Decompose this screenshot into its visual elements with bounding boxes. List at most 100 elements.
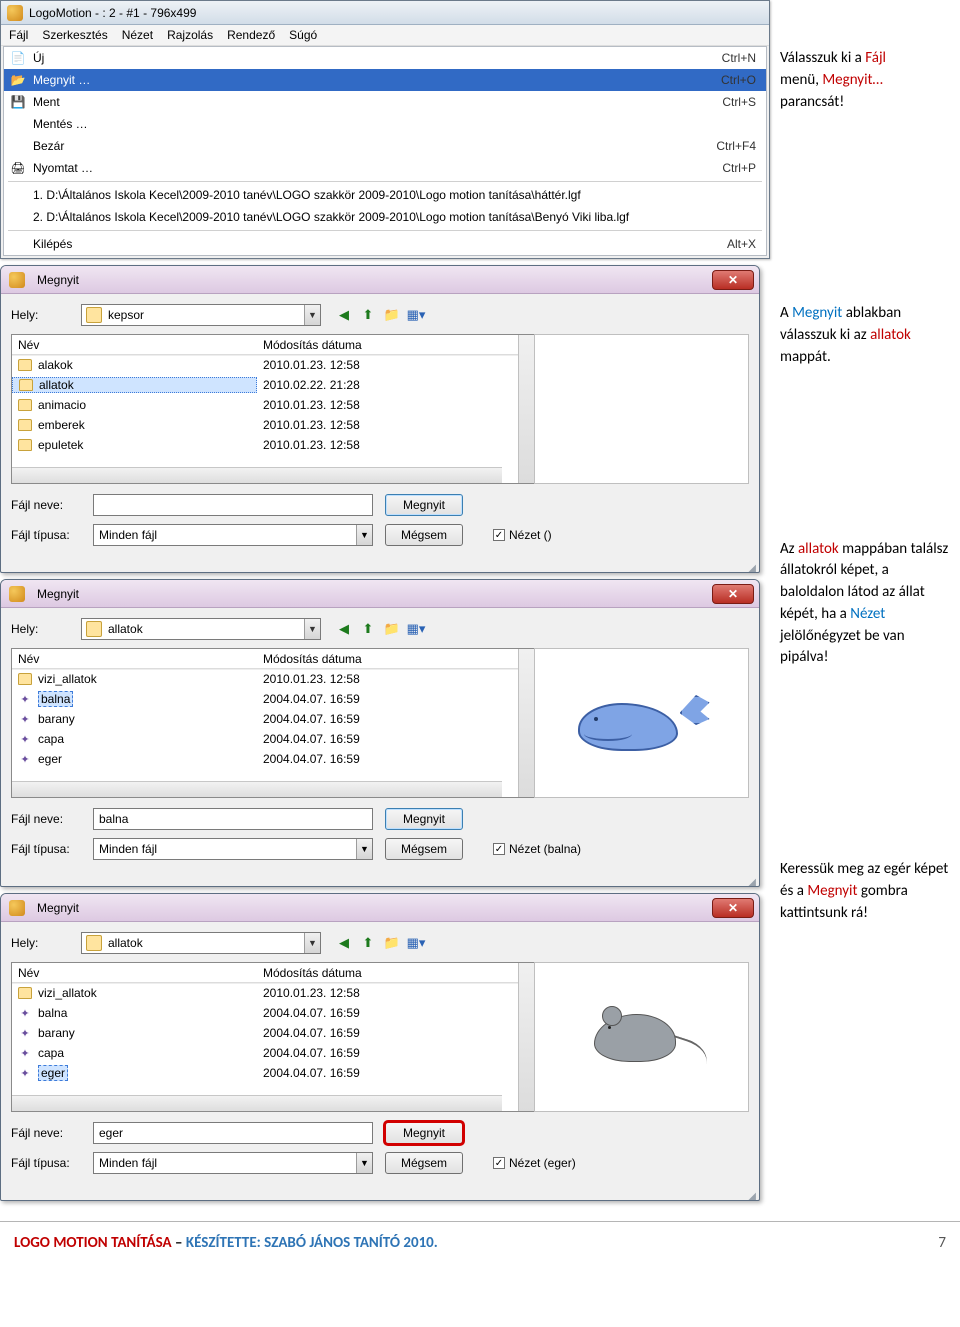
file-list[interactable]: NévMódosítás dátumavizi_allatok2010.01.2… (11, 962, 534, 1112)
chevron-down-icon[interactable]: ▼ (356, 839, 372, 859)
up-icon[interactable]: ⬆ (359, 306, 377, 324)
file-row[interactable]: ✦capa2004.04.07. 16:59 (12, 729, 534, 749)
menu-item-bezr[interactable]: BezárCtrl+F4 (4, 135, 766, 157)
resize-grip[interactable]: ◢ (1, 566, 759, 572)
menu-szerkesztes[interactable]: Szerkesztés (42, 28, 107, 42)
scrollbar-horizontal[interactable] (12, 781, 502, 797)
open-button[interactable]: Megnyit (385, 494, 463, 516)
chevron-down-icon[interactable]: ▼ (356, 525, 372, 545)
new-folder-icon[interactable]: 📁 (383, 934, 401, 952)
back-icon[interactable]: ◀ (335, 620, 353, 638)
filetype-combo[interactable]: Minden fájl▼ (93, 1152, 373, 1174)
menu-item-nyomtat[interactable]: 🖨Nyomtat …Ctrl+P (4, 157, 766, 179)
file-row[interactable]: emberek2010.01.23. 12:58 (12, 415, 534, 435)
file-row[interactable]: ✦balna2004.04.07. 16:59 (12, 689, 534, 709)
preview-pane (534, 334, 749, 484)
close-button[interactable]: ✕ (712, 898, 754, 918)
menu-label: Új (33, 51, 702, 65)
view-checkbox[interactable]: ✓Nézet (eger) (493, 1156, 576, 1170)
up-icon[interactable]: ⬆ (359, 934, 377, 952)
close-button[interactable]: ✕ (712, 270, 754, 290)
preview-pane (534, 648, 749, 798)
cancel-button[interactable]: Mégsem (385, 1152, 463, 1174)
file-row[interactable]: ✦balna2004.04.07. 16:59 (12, 1003, 534, 1023)
up-icon[interactable]: ⬆ (359, 620, 377, 638)
back-icon[interactable]: ◀ (335, 934, 353, 952)
chevron-down-icon[interactable]: ▼ (304, 305, 320, 325)
file-list[interactable]: NévMódosítás dátumavizi_allatok2010.01.2… (11, 648, 534, 798)
menu-item-ment[interactable]: 💾MentCtrl+S (4, 91, 766, 113)
file-row[interactable]: epuletek2010.01.23. 12:58 (12, 435, 534, 455)
menu-recent-1[interactable]: 1. D:\Általános Iskola Kecel\2009-2010 t… (4, 184, 766, 206)
menu-item-megnyit[interactable]: 📂Megnyit …Ctrl+O (4, 69, 766, 91)
new-folder-icon[interactable]: 📁 (383, 306, 401, 324)
open-button[interactable]: Megnyit (385, 1122, 463, 1144)
view-menu-icon[interactable]: ▦▾ (407, 934, 425, 952)
file-row[interactable]: vizi_allatok2010.01.23. 12:58 (12, 983, 534, 1003)
menu-recent-2[interactable]: 2. D:\Általános Iskola Kecel\2009-2010 t… (4, 206, 766, 228)
file-date: 2004.04.07. 16:59 (257, 692, 534, 706)
view-menu-icon[interactable]: ▦▾ (407, 306, 425, 324)
menu-fajl[interactable]: Fájl (9, 28, 28, 42)
scrollbar-horizontal[interactable] (12, 1095, 502, 1111)
file-row[interactable]: ✦barany2004.04.07. 16:59 (12, 1023, 534, 1043)
cancel-button[interactable]: Mégsem (385, 524, 463, 546)
cancel-button[interactable]: Mégsem (385, 838, 463, 860)
filetype-label: Fájl típusa: (11, 1156, 81, 1170)
scrollbar-horizontal[interactable] (12, 467, 502, 483)
chevron-down-icon[interactable]: ▼ (304, 619, 320, 639)
file-date: 2004.04.07. 16:59 (257, 732, 534, 746)
menubar[interactable]: Fájl Szerkesztés Nézet Rajzolás Rendező … (1, 25, 769, 46)
menu-rendezo[interactable]: Rendező (227, 28, 275, 42)
file-row[interactable]: ✦barany2004.04.07. 16:59 (12, 709, 534, 729)
file-list-header: NévMódosítás dátuma (12, 963, 534, 983)
file-date: 2004.04.07. 16:59 (257, 752, 534, 766)
file-row[interactable]: ✦capa2004.04.07. 16:59 (12, 1043, 534, 1063)
back-icon[interactable]: ◀ (335, 306, 353, 324)
new-folder-icon[interactable]: 📁 (383, 620, 401, 638)
menu-sugo[interactable]: Súgó (289, 28, 317, 42)
view-menu-icon[interactable]: ▦▾ (407, 620, 425, 638)
file-row[interactable]: ✦eger2004.04.07. 16:59 (12, 1063, 534, 1083)
menu-rajzolas[interactable]: Rajzolás (167, 28, 213, 42)
filename-input[interactable] (93, 494, 373, 516)
page-number: 7 (938, 1234, 946, 1252)
location-combo[interactable]: allatok▼ (81, 618, 321, 640)
folder-icon (18, 987, 32, 999)
file-row[interactable]: animacio2010.01.23. 12:58 (12, 395, 534, 415)
location-combo[interactable]: allatok▼ (81, 932, 321, 954)
view-checkbox[interactable]: ✓Nézet () (493, 528, 552, 542)
menu-item-j[interactable]: 📄ÚjCtrl+N (4, 47, 766, 69)
filetype-combo[interactable]: Minden fájl▼ (93, 838, 373, 860)
resize-grip[interactable]: ◢ (1, 1194, 759, 1200)
close-button[interactable]: ✕ (712, 584, 754, 604)
folder-icon (18, 419, 32, 431)
file-row[interactable]: ✦eger2004.04.07. 16:59 (12, 749, 534, 769)
dialog-icon (9, 900, 25, 916)
resize-grip[interactable]: ◢ (1, 880, 759, 886)
filename-input[interactable] (93, 808, 373, 830)
location-combo[interactable]: kepsor▼ (81, 304, 321, 326)
annotation-2: A Megnyit ablakban válasszuk ki az allat… (780, 303, 950, 368)
menu-item-ments[interactable]: Mentés … (4, 113, 766, 135)
file-date: 2004.04.07. 16:59 (257, 1006, 534, 1020)
file-date: 2004.04.07. 16:59 (257, 1066, 534, 1080)
chevron-down-icon[interactable]: ▼ (356, 1153, 372, 1173)
menu-nezet[interactable]: Nézet (122, 28, 153, 42)
scrollbar-vertical[interactable] (518, 963, 534, 1112)
open-button[interactable]: Megnyit (385, 808, 463, 830)
file-row[interactable]: allatok2010.02.22. 21:28 (12, 375, 534, 395)
preview-pane (534, 962, 749, 1112)
file-list[interactable]: NévMódosítás dátumaalakok2010.01.23. 12:… (11, 334, 534, 484)
scrollbar-vertical[interactable] (518, 649, 534, 798)
chevron-down-icon[interactable]: ▼ (304, 933, 320, 953)
file-row[interactable]: vizi_allatok2010.01.23. 12:58 (12, 669, 534, 689)
menu-exit[interactable]: Kilépés Alt+X (4, 233, 766, 255)
file-row[interactable]: alakok2010.01.23. 12:58 (12, 355, 534, 375)
filetype-combo[interactable]: Minden fájl▼ (93, 524, 373, 546)
scrollbar-vertical[interactable] (518, 335, 534, 484)
view-checkbox[interactable]: ✓Nézet (balna) (493, 842, 581, 856)
mouse-image (572, 992, 712, 1082)
filename-input[interactable] (93, 1122, 373, 1144)
file-date: 2010.01.23. 12:58 (257, 358, 534, 372)
